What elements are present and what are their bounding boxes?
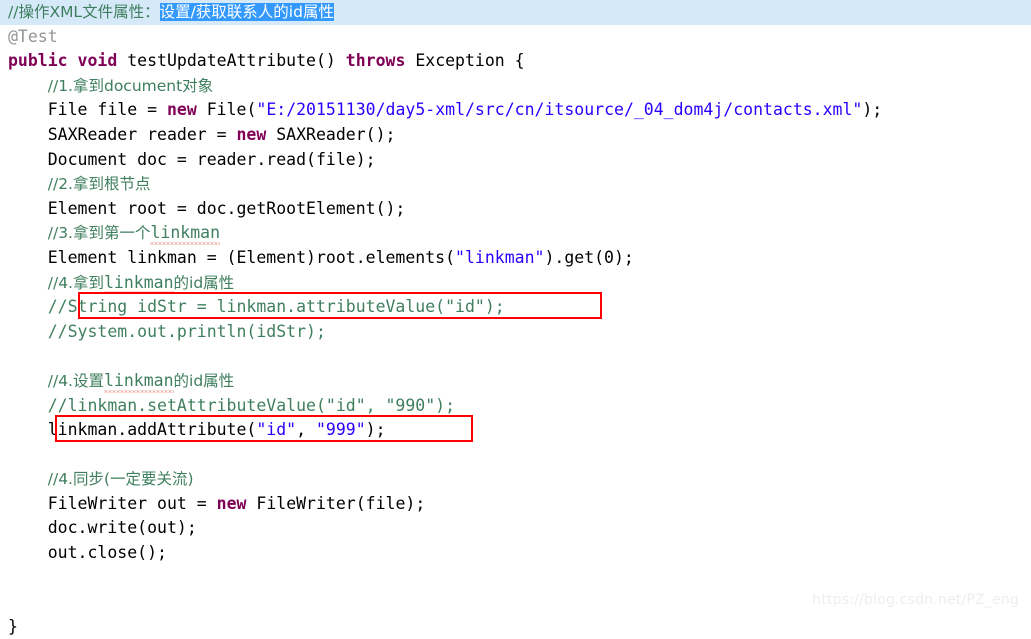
- code-line-7[interactable]: Document doc = reader.read(file);: [0, 148, 1031, 173]
- spellcheck-word-linkman: linkman: [103, 271, 174, 296]
- comment-step-2: //2.拿到根节点: [47, 175, 151, 194]
- code-line-13[interactable]: //String idStr = linkman.attributeValue(…: [0, 295, 1031, 320]
- code-line-8[interactable]: //2.拿到根节点: [0, 172, 1031, 197]
- code-line-5[interactable]: File file = new File("E:/20151130/day5-x…: [0, 98, 1031, 123]
- line-6-tail: SAXReader();: [266, 124, 396, 144]
- line-9-text: Element root = doc.getRootElement();: [47, 198, 406, 218]
- comment-step-1: //1.拿到document对象: [47, 76, 214, 95]
- line-23-text: out.close();: [47, 543, 167, 563]
- selected-text[interactable]: 设置/获取联系人的id属性: [159, 3, 334, 21]
- line-6-head: SAXReader reader =: [47, 124, 237, 144]
- code-lines-container[interactable]: //操作XML文件属性：设置/获取联系人的id属性 @Test public v…: [0, 0, 1031, 639]
- line-22-text: doc.write(out);: [47, 518, 197, 538]
- line-3-tail: Exception {: [405, 51, 525, 71]
- comment-step-4-get: //4.拿到: [47, 273, 104, 292]
- line-5-mid: File(: [196, 100, 257, 120]
- commented-println-statement: //System.out.println(idStr);: [47, 321, 326, 341]
- line-11-head: Element linkman = (Element)root.elements…: [47, 247, 456, 267]
- code-line-19-blank[interactable]: [0, 443, 1031, 468]
- code-line-10[interactable]: //3.拿到第一个linkman: [0, 221, 1031, 246]
- commented-setAttributeValue-statement: //linkman.setAttributeValue("id", "990")…: [47, 395, 456, 415]
- line-18-tail: );: [365, 420, 386, 440]
- spellcheck-word-linkman: linkman: [103, 369, 174, 394]
- code-line-23[interactable]: out.close();: [0, 541, 1031, 566]
- code-line-16[interactable]: //4.设置linkman的id属性: [0, 369, 1031, 394]
- comment-step-4-flush: //4.同步(一定要关流): [47, 470, 194, 489]
- spellcheck-word-linkman: linkman: [150, 221, 220, 246]
- code-editor-viewport[interactable]: //操作XML文件属性：设置/获取联系人的id属性 @Test public v…: [0, 0, 1031, 636]
- line-21-head: FileWriter out =: [47, 493, 217, 513]
- code-line-24-blank[interactable]: [0, 566, 1031, 591]
- line-18-head: linkman.addAttribute(: [47, 420, 257, 440]
- keyword-new: new: [216, 493, 247, 513]
- string-999: "999": [316, 420, 366, 440]
- keyword-new: new: [236, 124, 267, 144]
- java-annotation-test: @Test: [8, 26, 58, 46]
- comment-step-4-get-tail: 的id属性: [173, 273, 235, 292]
- line-5-head: File file =: [47, 100, 167, 120]
- string-linkman: "linkman": [455, 247, 545, 267]
- closing-brace: }: [8, 616, 18, 636]
- line-1-comment-prefix: //操作XML文件属性：: [8, 3, 160, 21]
- code-line-6[interactable]: SAXReader reader = new SAXReader();: [0, 123, 1031, 148]
- method-signature: testUpdateAttribute(): [117, 51, 346, 71]
- code-line-17[interactable]: //linkman.setAttributeValue("id", "990")…: [0, 394, 1031, 419]
- comment-step-3: //3.拿到第一个: [47, 224, 151, 243]
- code-line-4[interactable]: //1.拿到document对象: [0, 74, 1031, 99]
- code-line-12[interactable]: //4.拿到linkman的id属性: [0, 271, 1031, 296]
- commented-attributeValue-statement: //String idStr = linkman.attributeValue(…: [47, 297, 505, 317]
- code-line-22[interactable]: doc.write(out);: [0, 516, 1031, 541]
- code-line-9[interactable]: Element root = doc.getRootElement();: [0, 197, 1031, 222]
- space-1: [68, 51, 78, 70]
- keyword-new: new: [166, 100, 197, 120]
- keyword-void: void: [77, 51, 118, 71]
- code-line-21[interactable]: FileWriter out = new FileWriter(file);: [0, 492, 1031, 517]
- code-line-15-blank[interactable]: [0, 344, 1031, 369]
- comment-step-4-set-tail: 的id属性: [173, 371, 235, 390]
- line-18-mid: ,: [296, 420, 316, 440]
- line-21-tail: FileWriter(file);: [246, 493, 426, 513]
- code-line-1[interactable]: //操作XML文件属性：设置/获取联系人的id属性: [0, 0, 1031, 25]
- code-line-3[interactable]: public void testUpdateAttribute() throws…: [0, 49, 1031, 74]
- code-line-11[interactable]: Element linkman = (Element)root.elements…: [0, 246, 1031, 271]
- string-file-path: "E:/20151130/day5-xml/src/cn/itsource/_0…: [256, 100, 863, 120]
- watermark-text: https://blog.csdn.net/PZ_eng: [812, 592, 1019, 608]
- code-line-2[interactable]: @Test: [0, 25, 1031, 50]
- keyword-throws: throws: [345, 51, 406, 71]
- line-5-tail: );: [862, 100, 883, 120]
- code-line-26[interactable]: }: [0, 615, 1031, 639]
- code-line-18[interactable]: linkman.addAttribute("id", "999");: [0, 418, 1031, 443]
- string-id: "id": [256, 420, 297, 440]
- line-11-tail: ).get(0);: [544, 247, 634, 267]
- code-line-20[interactable]: //4.同步(一定要关流): [0, 467, 1031, 492]
- keyword-public: public: [8, 51, 68, 71]
- code-line-14[interactable]: //System.out.println(idStr);: [0, 320, 1031, 345]
- line-7-text: Document doc = reader.read(file);: [47, 149, 376, 169]
- comment-step-4-set: //4.设置: [47, 371, 104, 390]
